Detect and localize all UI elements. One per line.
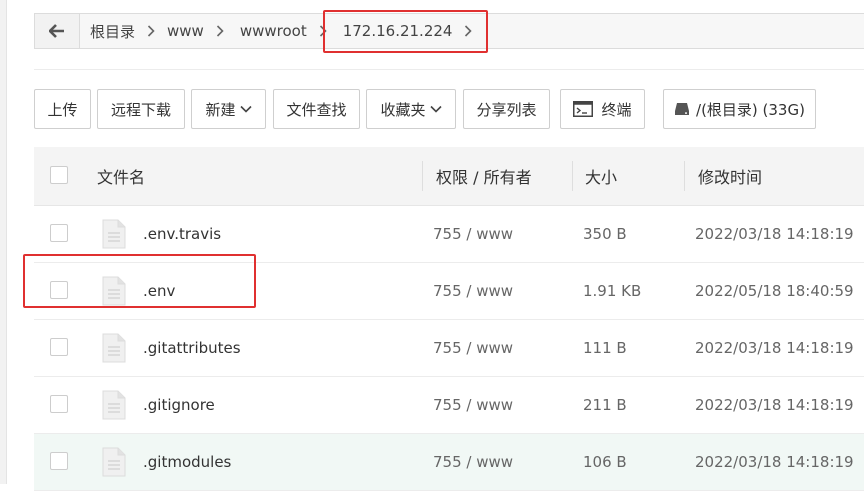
file-icon (102, 390, 126, 420)
disk-button[interactable]: /(根目录) (33G) (663, 89, 816, 129)
file-permission[interactable]: 755 / www (433, 206, 513, 262)
file-size: 1.91 KB (583, 282, 642, 300)
new-dropdown-button[interactable]: 新建 (191, 89, 266, 129)
row-checkbox[interactable] (50, 338, 68, 356)
table-row[interactable]: .gitmodules 755 / www 106 B 2022/03/18 1… (34, 434, 864, 491)
column-header-name[interactable]: 文件名 (97, 147, 145, 205)
upload-button[interactable]: 上传 (34, 89, 91, 129)
file-name[interactable]: .env.travis (143, 206, 221, 262)
column-header-label: 权限 / 所有者 (436, 168, 532, 187)
file-permission[interactable]: 755 / www (433, 434, 513, 490)
row-checkbox[interactable] (50, 281, 68, 299)
terminal-icon (573, 101, 594, 117)
breadcrumb-label: 172.16.21.224 (342, 22, 453, 40)
file-icon (102, 447, 126, 477)
select-all-checkbox[interactable] (50, 166, 68, 184)
breadcrumb: 根目录 www wwwroot 172.16.21.224 (34, 13, 864, 49)
chevron-down-icon (429, 105, 442, 113)
share-list-label: 分享列表 (476, 100, 537, 119)
terminal-button[interactable]: 终端 (560, 89, 645, 129)
file-size: 106 B (583, 453, 627, 471)
disk-label: /(根目录) (33G) (696, 100, 805, 119)
file-name[interactable]: .gitmodules (143, 434, 231, 490)
file-size: 350 B (583, 225, 627, 243)
table-row[interactable]: .gitattributes 755 / www 111 B 2022/03/1… (34, 320, 864, 377)
file-table: 文件名 权限 / 所有者 大小 修改时间 .env.travis 755 / w… (34, 147, 864, 491)
favorites-dropdown-button[interactable]: 收藏夹 (366, 89, 456, 129)
terminal-label: 终端 (601, 100, 632, 119)
column-header-label: 修改时间 (698, 168, 763, 187)
file-name[interactable]: .env (143, 263, 175, 319)
column-divider (684, 161, 685, 191)
remote-download-label: 远程下载 (110, 100, 171, 119)
file-permission[interactable]: 755 / www (433, 320, 513, 376)
row-checkbox[interactable] (50, 395, 68, 413)
column-divider (572, 161, 573, 191)
divider (34, 69, 864, 70)
file-search-button[interactable]: 文件查找 (273, 89, 360, 129)
file-mtime: 2022/05/18 18:40:59 (695, 282, 854, 300)
file-permission[interactable]: 755 / www (433, 263, 513, 319)
chevron-right-icon (147, 25, 155, 37)
breadcrumb-item-root[interactable]: 根目录 (80, 14, 155, 48)
chevron-right-icon (464, 25, 473, 37)
breadcrumb-label: 根目录 (90, 22, 136, 41)
left-panel-edge (0, 0, 7, 484)
column-divider (422, 161, 423, 191)
file-size: 111 B (583, 339, 627, 357)
share-list-button[interactable]: 分享列表 (463, 89, 550, 129)
favorites-label: 收藏夹 (380, 100, 426, 119)
file-mtime: 2022/03/18 14:18:19 (695, 339, 854, 357)
remote-download-button[interactable]: 远程下载 (97, 89, 185, 129)
table-row[interactable]: .env 755 / www 1.91 KB 2022/05/18 18:40:… (34, 263, 864, 320)
file-mtime: 2022/03/18 14:18:19 (695, 396, 854, 414)
breadcrumb-label: wwwroot (239, 22, 307, 40)
file-permission[interactable]: 755 / www (433, 377, 513, 433)
file-name[interactable]: .gitignore (143, 377, 215, 433)
breadcrumb-item-current[interactable]: 172.16.21.224 (327, 14, 473, 48)
file-search-label: 文件查找 (286, 100, 347, 119)
breadcrumb-item-www[interactable]: www (155, 14, 224, 48)
breadcrumb-item-wwwroot[interactable]: wwwroot (224, 14, 327, 48)
column-header-label: 大小 (585, 168, 618, 187)
chevron-right-icon (319, 25, 327, 37)
column-header-perm[interactable]: 权限 / 所有者 (436, 147, 532, 205)
file-icon (102, 219, 126, 249)
breadcrumb-label: www (167, 22, 204, 40)
file-icon (102, 333, 126, 363)
row-checkbox[interactable] (50, 224, 68, 242)
column-header-size[interactable]: 大小 (585, 147, 617, 205)
file-name[interactable]: .gitattributes (143, 320, 241, 376)
file-mtime: 2022/03/18 14:18:19 (695, 453, 854, 471)
file-icon (102, 276, 126, 306)
table-row[interactable]: .env.travis 755 / www 350 B 2022/03/18 1… (34, 206, 864, 263)
table-header: 文件名 权限 / 所有者 大小 修改时间 (34, 147, 864, 206)
upload-label: 上传 (47, 100, 78, 119)
back-button[interactable] (35, 14, 80, 48)
column-header-label: 文件名 (97, 168, 146, 187)
table-row[interactable]: .gitignore 755 / www 211 B 2022/03/18 14… (34, 377, 864, 434)
row-checkbox[interactable] (50, 452, 68, 470)
hard-drive-icon (674, 101, 690, 117)
arrow-left-icon (49, 24, 64, 38)
chevron-right-icon (216, 25, 224, 37)
file-size: 211 B (583, 396, 627, 414)
file-mtime: 2022/03/18 14:18:19 (695, 225, 854, 243)
column-header-mtime[interactable]: 修改时间 (698, 147, 762, 205)
chevron-down-icon (239, 105, 252, 113)
new-label: 新建 (205, 100, 236, 119)
